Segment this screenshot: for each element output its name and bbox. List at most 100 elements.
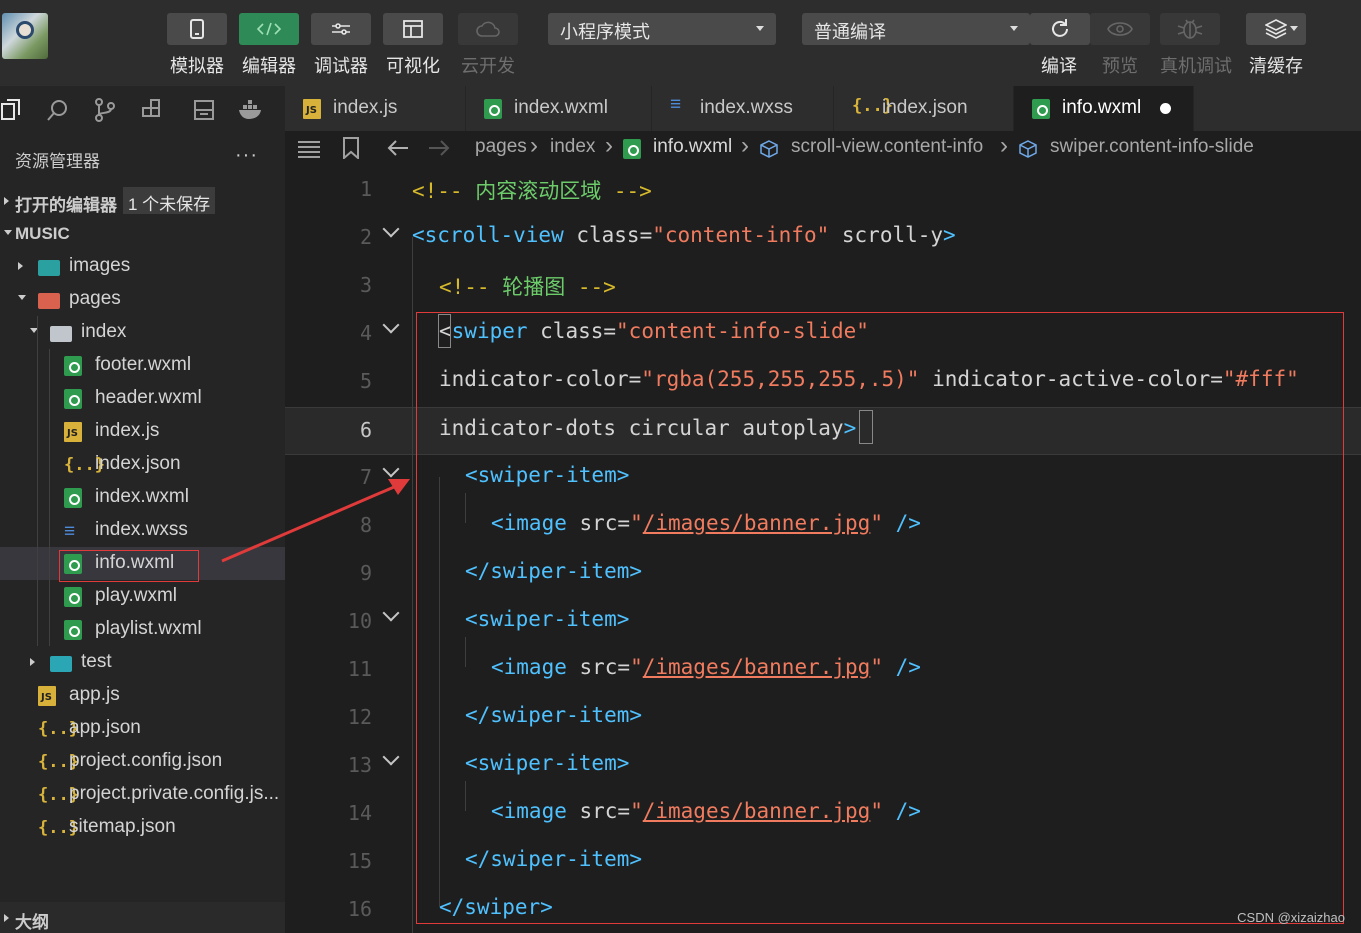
tool-button-2[interactable]: 调试器 xyxy=(311,13,371,77)
json-file-icon: {..} xyxy=(38,752,79,772)
annotation-box xyxy=(59,550,199,582)
list-icon[interactable] xyxy=(298,140,320,158)
refresh-icon[interactable] xyxy=(1030,13,1090,45)
tree-item[interactable]: {..} project.config.json xyxy=(0,745,285,778)
outline-section[interactable]: 大纲 xyxy=(0,902,285,933)
tree-item-label: index.wxss xyxy=(95,519,188,540)
tab-4[interactable]: info.wxml xyxy=(1014,86,1194,131)
tool-button-1[interactable]: 编辑器 xyxy=(239,13,299,77)
extensions-icon[interactable] xyxy=(141,98,165,122)
line-number: 1 xyxy=(359,177,372,201)
tree-item[interactable]: footer.wxml xyxy=(0,349,285,382)
code-token: scroll-y xyxy=(829,223,944,247)
fold-chevron-icon[interactable] xyxy=(382,604,400,622)
tree-item[interactable]: playlist.wxml xyxy=(0,613,285,646)
fold-chevron-icon[interactable] xyxy=(382,316,400,334)
tool-label: 编辑器 xyxy=(242,56,296,76)
bookmark-icon[interactable] xyxy=(343,137,359,159)
tab-2[interactable]: ≡ index.wxss xyxy=(652,86,834,131)
breadcrumb-item[interactable]: info.wxml xyxy=(653,136,732,158)
js-file-icon xyxy=(64,422,82,442)
line-number: 7 xyxy=(359,465,372,489)
fold-chevron-icon[interactable] xyxy=(382,748,400,766)
explorer-title: 资源管理器 xyxy=(15,152,100,171)
tab-0[interactable]: index.js xyxy=(285,86,466,131)
tree-item[interactable]: app.js xyxy=(0,679,285,712)
mode-select-value: 小程序模式 xyxy=(560,22,650,42)
code-icon[interactable] xyxy=(239,13,299,45)
line-number: 6 xyxy=(359,418,372,442)
user-avatar[interactable] xyxy=(2,13,48,59)
folder-open-icon xyxy=(50,326,72,342)
line-number: 13 xyxy=(347,753,372,777)
tab-1[interactable]: index.wxml xyxy=(466,86,652,131)
tree-item[interactable]: {..} index.json xyxy=(0,448,285,481)
action-button-3[interactable]: 清缓存 xyxy=(1246,13,1306,77)
tree-item-label: index.js xyxy=(95,420,160,441)
compile-select[interactable]: 普通编译 xyxy=(802,13,1030,45)
action-label: 编译 xyxy=(1041,56,1077,76)
action-button-2[interactable]: 真机调试 xyxy=(1160,13,1232,77)
breadcrumb-item[interactable]: swiper.content-info-slide xyxy=(1050,136,1254,158)
chevron-right-icon[interactable] xyxy=(30,658,35,666)
code-line[interactable]: 2 <scroll-view class="content-info" scrol… xyxy=(285,215,1361,263)
sliders-icon[interactable] xyxy=(311,13,371,45)
chevron-right-icon[interactable] xyxy=(18,262,23,270)
tool-label: 可视化 xyxy=(386,56,440,76)
fold-chevron-icon[interactable] xyxy=(382,460,400,478)
breadcrumb-item[interactable]: pages xyxy=(475,136,527,158)
wxml-file-icon xyxy=(623,139,641,159)
mode-select[interactable]: 小程序模式 xyxy=(548,13,776,45)
source-control-icon[interactable] xyxy=(93,98,117,122)
storage-icon[interactable] xyxy=(192,98,216,122)
tree-item[interactable]: {..} project.private.config.js... xyxy=(0,778,285,811)
wxss-file-icon: ≡ xyxy=(64,521,76,542)
tree-item[interactable]: index.js xyxy=(0,415,285,448)
tree-item[interactable]: images xyxy=(0,250,285,283)
json-file-icon: {..} xyxy=(852,96,893,116)
search-icon[interactable] xyxy=(46,98,70,122)
tool-button-4[interactable]: 云开发 xyxy=(458,13,518,77)
breadcrumb-item[interactable]: scroll-view.content-info xyxy=(791,136,983,158)
forward-arrow-icon[interactable] xyxy=(428,139,450,157)
tab-label: info.wxml xyxy=(1062,97,1142,118)
tree-item[interactable]: header.wxml xyxy=(0,382,285,415)
code-line[interactable]: 3 <!-- 轮播图 --> xyxy=(285,263,1361,311)
action-button-0[interactable]: 编译 xyxy=(1030,13,1090,77)
code-line[interactable]: 1 <!-- 内容滚动区域 --> xyxy=(285,167,1361,215)
more-actions-icon[interactable]: ··· xyxy=(235,144,258,167)
tool-label: 调试器 xyxy=(314,56,368,76)
eye-icon[interactable] xyxy=(1090,13,1150,45)
open-editors-section[interactable]: 打开的编辑器 1 个未保存 xyxy=(0,185,285,217)
action-button-1[interactable]: 预览 xyxy=(1090,13,1150,77)
project-section[interactable]: MUSIC xyxy=(0,218,285,250)
tree-item[interactable]: ≡ index.wxss xyxy=(0,514,285,547)
breadcrumb-item[interactable]: index xyxy=(550,136,595,158)
top-toolbar: 模拟器 编辑器 调试器 可视化 云开发 小程序模式 普通编译 编译 预览 真机调试 清缓存 xyxy=(0,0,1361,86)
indent-guide xyxy=(37,316,38,646)
layers-icon[interactable] xyxy=(1246,13,1306,45)
layout-icon[interactable] xyxy=(383,13,443,45)
docker-icon[interactable] xyxy=(237,98,265,122)
phone-icon[interactable] xyxy=(167,13,227,45)
tool-button-3[interactable]: 可视化 xyxy=(383,13,443,77)
bug-icon[interactable] xyxy=(1160,13,1220,45)
tree-item[interactable]: play.wxml xyxy=(0,580,285,613)
tool-button-0[interactable]: 模拟器 xyxy=(167,13,227,77)
chevron-down-icon[interactable] xyxy=(18,295,26,300)
tree-item[interactable]: {..} app.json xyxy=(0,712,285,745)
cloud-icon[interactable] xyxy=(458,13,518,45)
code-text: <scroll-view class="content-info" scroll… xyxy=(412,223,956,247)
unsaved-dot-icon[interactable] xyxy=(1160,103,1171,114)
line-number: 10 xyxy=(347,609,372,633)
tree-item[interactable]: {..} sitemap.json xyxy=(0,811,285,844)
project-name: MUSIC xyxy=(15,224,70,243)
tab-3[interactable]: {..} index.json xyxy=(834,86,1014,131)
tree-item[interactable]: index xyxy=(0,316,285,349)
fold-chevron-icon[interactable] xyxy=(382,220,400,238)
tree-item[interactable]: pages xyxy=(0,283,285,316)
tree-item[interactable]: index.wxml xyxy=(0,481,285,514)
files-icon[interactable] xyxy=(0,98,24,122)
back-arrow-icon[interactable] xyxy=(387,139,409,157)
tree-item[interactable]: test xyxy=(0,646,285,679)
